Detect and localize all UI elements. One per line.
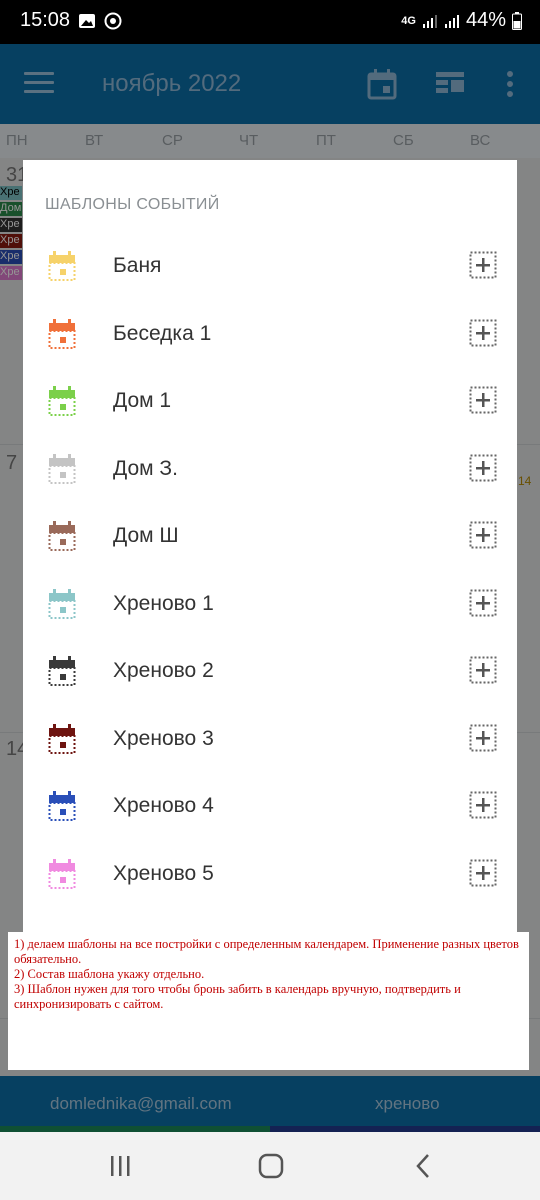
calendar-icon xyxy=(48,251,76,281)
note-line: 3) Шаблон нужен для того чтобы бронь заб… xyxy=(14,982,461,1011)
calendar-icon xyxy=(48,858,76,889)
signal-icon xyxy=(422,14,437,28)
template-name: Хреново 5 xyxy=(113,861,214,885)
calendar-icon xyxy=(48,588,76,619)
calendar-icon xyxy=(48,386,76,416)
notification-icons xyxy=(78,12,122,30)
template-row[interactable]: Баня xyxy=(23,236,517,296)
note-line: 1) делаем шаблоны на все постройки с опр… xyxy=(14,937,519,966)
signal-icon-2 xyxy=(444,14,459,28)
calendar-icon xyxy=(48,791,76,821)
battery-icon xyxy=(512,11,522,30)
template-name: Баня xyxy=(113,254,162,277)
add-from-template-icon[interactable] xyxy=(469,251,497,279)
template-row[interactable]: Хреново 1 xyxy=(23,574,517,634)
template-row[interactable]: Хреново 2 xyxy=(23,641,517,701)
note-line: 2) Состав шаблона укажу отдельно. xyxy=(14,967,205,981)
template-row[interactable]: Дом 1 xyxy=(23,371,517,431)
add-from-template-icon[interactable] xyxy=(469,454,497,482)
calendar-icon xyxy=(48,453,76,484)
calendar-icon xyxy=(48,318,76,349)
template-row[interactable]: Дом З. xyxy=(23,439,517,499)
dialog-title: ШАБЛОНЫ СОБЫТИЙ xyxy=(45,196,220,213)
calendar-icon xyxy=(48,656,76,686)
add-from-template-icon[interactable] xyxy=(469,656,497,684)
template-name: Дом 1 xyxy=(113,389,172,412)
target-icon xyxy=(104,12,122,30)
add-from-template-icon[interactable] xyxy=(469,859,497,887)
add-from-template-icon[interactable] xyxy=(469,724,497,752)
add-from-template-icon[interactable] xyxy=(469,791,497,819)
template-name: Дом З. xyxy=(113,456,178,480)
template-name: Хреново 3 xyxy=(113,726,214,750)
add-from-template-icon[interactable] xyxy=(469,386,497,414)
template-name: Хреново 2 xyxy=(113,659,214,682)
battery-percent: 44% xyxy=(465,9,506,31)
template-row[interactable]: Хреново 5 xyxy=(23,844,517,904)
event-templates-dialog: ШАБЛОНЫ СОБЫТИЙ Баня Беседка 1 Дом 1 Дом З.… xyxy=(23,160,517,932)
recent-apps-icon[interactable] xyxy=(100,1150,140,1182)
template-name: Дом Ш xyxy=(113,524,179,547)
add-from-template-icon[interactable] xyxy=(469,319,497,347)
gallery-icon xyxy=(79,14,95,28)
template-name: Беседка 1 xyxy=(113,321,212,345)
add-from-template-icon[interactable] xyxy=(469,521,497,549)
template-row[interactable]: Беседка 1 xyxy=(23,304,517,364)
back-icon[interactable] xyxy=(403,1150,443,1182)
status-bar: 15:08 4G 44% xyxy=(0,0,540,44)
calendar-icon xyxy=(48,521,76,551)
template-row[interactable]: Дом Ш xyxy=(23,506,517,566)
annotation-note: 1) делаем шаблоны на все постройки с опр… xyxy=(8,932,529,1070)
home-icon[interactable] xyxy=(251,1150,291,1182)
system-nav-bar xyxy=(0,1132,540,1200)
template-name: Хреново 4 xyxy=(113,794,214,817)
template-row[interactable]: Хреново 4 xyxy=(23,776,517,836)
calendar-icon xyxy=(48,723,76,754)
network-type: 4G xyxy=(401,14,416,27)
status-right: 4G 44% xyxy=(401,9,522,32)
template-row[interactable]: Хреново 3 xyxy=(23,709,517,769)
status-time: 15:08 xyxy=(20,9,71,31)
add-from-template-icon[interactable] xyxy=(469,589,497,617)
template-name: Хреново 1 xyxy=(113,591,214,615)
